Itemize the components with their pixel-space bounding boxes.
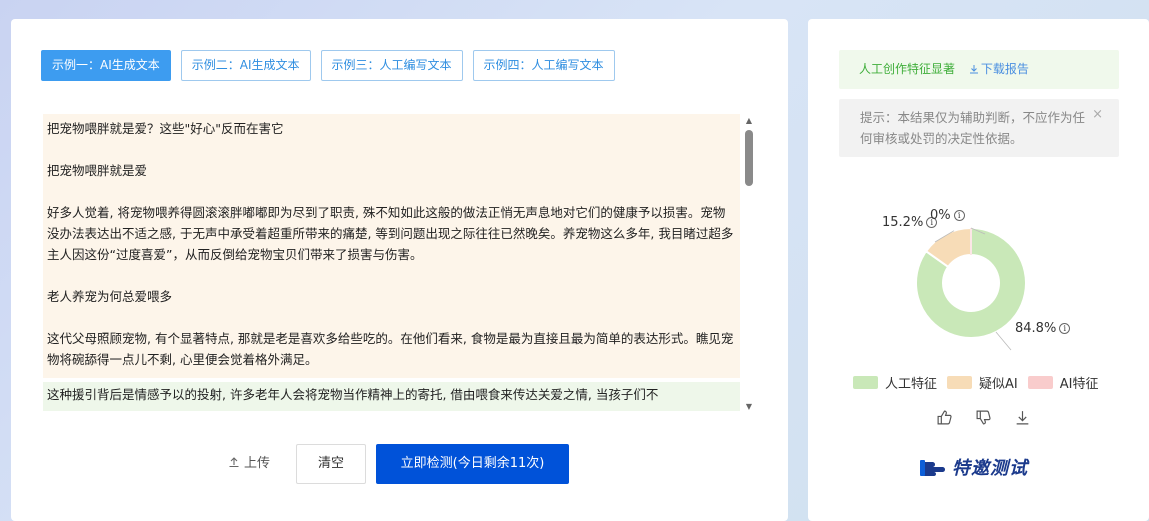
value-label-human: 84.8%	[1015, 321, 1057, 336]
info-icon[interactable]: i	[1059, 323, 1071, 334]
result-title: 人工创作特征显著	[859, 62, 956, 76]
download-icon	[969, 65, 978, 74]
example-tabs: 示例一：AI生成文本 示例二：AI生成文本 示例三：人工编写文本 示例四：人工编…	[41, 50, 615, 81]
result-summary: 人工创作特征显著 下载报告	[839, 50, 1119, 89]
legend-label: AI特征	[1059, 377, 1099, 392]
scroll-down-arrow-icon[interactable]: ▼	[744, 402, 754, 412]
clear-button[interactable]: 清空	[296, 444, 366, 484]
article-paragraph: 这代父母照顾宠物, 有个显著特点, 那就是老是喜欢多给些吃的。在他们看来, 食物…	[47, 331, 734, 367]
legend-item-ai[interactable]: AI特征	[1027, 373, 1099, 392]
legend-swatch	[1027, 376, 1053, 389]
article-title: 把宠物喂胖就是爱？这些"好心"反而在害它	[47, 121, 284, 136]
thumbs-down-icon[interactable]	[975, 409, 992, 426]
scroll-thumb[interactable]	[745, 130, 753, 186]
action-bar: 上传 清空 立即检测(今日剩余11次)	[11, 444, 788, 484]
value-label-ai-suspect: 15.2%	[882, 215, 924, 230]
detect-button[interactable]: 立即检测(今日剩余11次)	[376, 444, 569, 484]
value-label-ai: 0%	[930, 208, 951, 223]
article-text-area[interactable]: 把宠物喂胖就是爱？这些"好心"反而在害它 把宠物喂胖就是爱 好多人觉着, 将宠物…	[43, 114, 740, 411]
chart-label-human: 84.8% i	[1015, 321, 1071, 336]
upload-button[interactable]: 上传	[228, 444, 270, 484]
disclaimer-notice: 提示：本结果仅为辅助判断，不应作为任何审核或处罚的决定性依据。 ×	[839, 99, 1119, 157]
chart-legend: 人工特征 疑似AI AI特征	[853, 373, 1098, 392]
invite-label: 特邀测试	[952, 458, 1028, 479]
scroll-up-arrow-icon[interactable]: ▲	[744, 116, 754, 126]
tab-example-3[interactable]: 示例三：人工编写文本	[320, 50, 463, 81]
legend-item-ai-suspect[interactable]: 疑似AI	[947, 373, 1018, 392]
feedback-bar	[936, 409, 1031, 426]
article-subheading: 老人养宠为何总爱喂多	[47, 289, 173, 304]
legend-item-human[interactable]: 人工特征	[853, 373, 937, 392]
upload-label: 上传	[244, 456, 271, 471]
tab-example-2[interactable]: 示例二：AI生成文本	[180, 50, 311, 81]
result-panel: 人工创作特征显著 下载报告 提示：本结果仅为辅助判断，不应作为任何审核或处罚的决…	[808, 19, 1149, 521]
chart-label-ai: 0% i	[930, 208, 965, 223]
close-icon[interactable]: ×	[1092, 104, 1103, 125]
info-icon[interactable]: i	[953, 210, 965, 221]
leader-line-human	[995, 331, 1012, 351]
tab-example-1[interactable]: 示例一：AI生成文本	[41, 50, 171, 81]
hand-pointer-icon	[920, 460, 945, 476]
download-label: 下载报告	[980, 62, 1029, 76]
thumbs-up-icon[interactable]	[936, 409, 953, 426]
download-report-link[interactable]: 下载报告	[969, 62, 1029, 76]
upload-icon	[229, 457, 239, 468]
legend-label: 疑似AI	[979, 377, 1018, 392]
invite-badge: 特邀测试	[918, 454, 1028, 480]
article-paragraph: 这种援引背后是情感予以的投射, 许多老年人会将宠物当作精神上的寄托, 借由喂食来…	[47, 387, 659, 402]
article-paragraph: 好多人觉着, 将宠物喂养得圆滚滚胖嘟嘟即为尽到了职责, 殊不知如此这般的做法正悄…	[47, 205, 734, 262]
legend-label: 人工特征	[885, 377, 938, 392]
input-panel: 示例一：AI生成文本 示例二：AI生成文本 示例三：人工编写文本 示例四：人工编…	[11, 19, 788, 521]
highlight-block-human: 把宠物喂胖就是爱？这些"好心"反而在害它 把宠物喂胖就是爱 好多人觉着, 将宠物…	[43, 114, 740, 378]
legend-swatch	[947, 376, 973, 389]
highlight-block-next: 这种援引背后是情感予以的投射, 许多老年人会将宠物当作精神上的寄托, 借由喂食来…	[43, 382, 740, 411]
download-icon[interactable]	[1014, 409, 1031, 426]
notice-text: 提示：本结果仅为辅助判断，不应作为任何审核或处罚的决定性依据。	[860, 110, 1086, 146]
legend-swatch	[853, 376, 878, 389]
tab-example-4[interactable]: 示例四：人工编写文本	[472, 50, 615, 81]
text-scrollbar[interactable]: ▲ ▼	[744, 116, 754, 412]
article-heading: 把宠物喂胖就是爱	[47, 163, 148, 178]
